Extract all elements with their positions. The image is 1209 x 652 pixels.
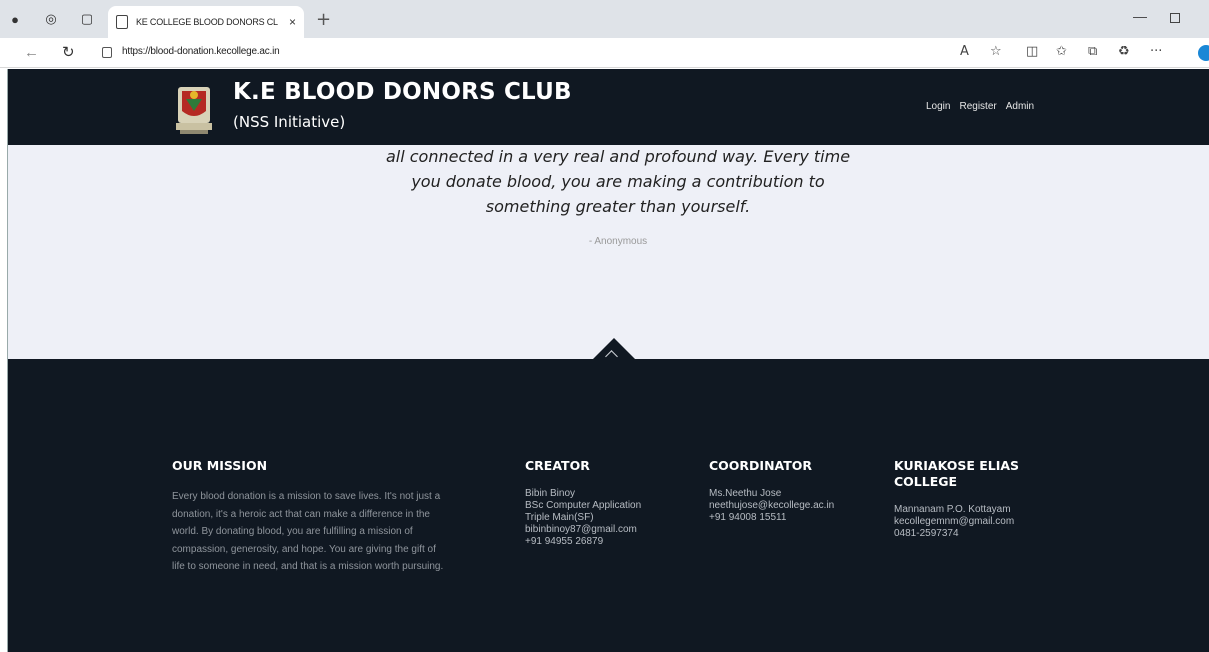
coordinator-phone: +91 94008 15511	[709, 512, 787, 523]
tab-actions-icon[interactable]: ▢	[78, 10, 96, 28]
college-email[interactable]: kecollegemnm@gmail.com	[894, 516, 1044, 528]
college-address: Mannanam P.O. Kottayam	[894, 504, 1011, 515]
site-title: K.E BLOOD DONORS CLUB	[233, 79, 572, 105]
window-minimize-icon[interactable]: —	[1133, 8, 1147, 24]
window-maximize-icon[interactable]	[1170, 13, 1180, 23]
college-heading: KURIAKOSE ELIAS COLLEGE	[894, 458, 1020, 489]
coordinator-name: Ms.Neethu Jose	[709, 488, 782, 499]
browser-tab-active[interactable]: KE COLLEGE BLOOD DONORS CL ×	[108, 6, 304, 38]
site-header: K.E BLOOD DONORS CLUB (NSS Initiative) L…	[8, 69, 1209, 145]
mission-text: Every blood donation is a mission to sav…	[172, 491, 444, 572]
new-tab-button[interactable]: +	[316, 9, 331, 30]
web-page: K.E BLOOD DONORS CLUB (NSS Initiative) L…	[7, 69, 1209, 652]
creator-course: BSc Computer Application	[525, 500, 642, 511]
tab-title: KE COLLEGE BLOOD DONORS CL	[136, 17, 278, 27]
header-nav: Login Register Admin	[926, 101, 1034, 112]
login-link[interactable]: Login	[926, 101, 950, 112]
favorite-star-icon[interactable]: ☆	[990, 44, 1002, 59]
site-footer: OUR MISSION Every blood donation is a mi…	[8, 359, 1209, 652]
lock-icon[interactable]	[102, 47, 112, 58]
workspaces-icon[interactable]: ◎	[42, 10, 60, 28]
quote-line: all connected in a very real and profoun…	[385, 147, 851, 166]
split-screen-icon[interactable]: ◫	[1026, 44, 1038, 59]
creator-heading: CREATOR	[525, 458, 590, 473]
mission-heading: OUR MISSION	[172, 458, 268, 473]
mission-column: OUR MISSION Every blood donation is a mi…	[172, 458, 447, 576]
quote-line: something greater than yourself.	[485, 197, 751, 216]
creator-email[interactable]: bibinbinoy87@gmail.com	[525, 524, 641, 536]
favorites-icon[interactable]: ✩	[1056, 44, 1067, 59]
extensions-icon[interactable]: ♻	[1118, 44, 1130, 59]
quote-text: all connected in a very real and profoun…	[328, 144, 908, 219]
back-arrow-icon[interactable]: ←	[24, 44, 39, 61]
coordinator-column: COORDINATOR Ms.Neethu Jose neethujose@ke…	[709, 458, 834, 524]
browser-tab-bar: ● ◎ ▢ KE COLLEGE BLOOD DONORS CL × + —	[0, 0, 1209, 38]
collections-icon[interactable]: ⧉	[1088, 44, 1097, 59]
creator-name: Bibin Binoy	[525, 488, 576, 499]
coordinator-email[interactable]: neethujose@kecollege.ac.in	[709, 500, 834, 512]
college-phone: 0481-2597374	[894, 528, 959, 539]
register-link[interactable]: Register	[959, 101, 996, 112]
read-aloud-icon[interactable]: A	[960, 44, 969, 59]
browser-address-bar: ← ↻ https://blood-donation.kecollege.ac.…	[0, 38, 1209, 68]
quote-line: you donate blood, you are making a contr…	[411, 172, 825, 191]
admin-link[interactable]: Admin	[1006, 101, 1034, 112]
more-menu-icon[interactable]: ···	[1150, 44, 1162, 59]
page-favicon-icon	[116, 15, 128, 29]
profile-icon[interactable]: ●	[6, 10, 24, 28]
refresh-icon[interactable]: ↻	[62, 43, 75, 61]
site-subtitle: (NSS Initiative)	[233, 113, 346, 131]
college-logo-icon	[176, 87, 212, 134]
url-input[interactable]: https://blood-donation.kecollege.ac.in	[122, 46, 280, 57]
college-column: KURIAKOSE ELIAS COLLEGE Mannanam P.O. Ko…	[894, 458, 1044, 540]
tab-close-icon[interactable]: ×	[289, 15, 296, 29]
copilot-icon[interactable]	[1198, 45, 1209, 61]
creator-column: CREATOR Bibin Binoy BSc Computer Applica…	[525, 458, 641, 548]
coordinator-heading: COORDINATOR	[709, 458, 813, 473]
creator-phone: +91 94955 26879	[525, 536, 604, 547]
creator-stream: Triple Main(SF)	[525, 512, 594, 523]
quote-author: - Anonymous	[588, 236, 648, 247]
